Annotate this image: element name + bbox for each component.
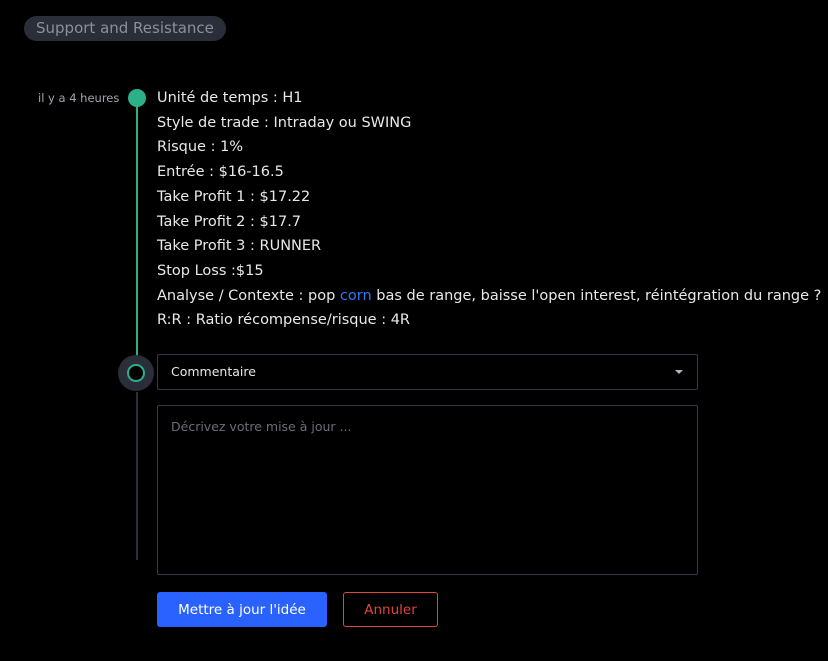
timeline-line-pending: [136, 392, 138, 560]
risk-line: Risque : 1%: [157, 139, 244, 156]
timeline-dot-hollow-icon: [118, 355, 154, 391]
idea-update-page: Support and Resistance il y a 4 heures U…: [0, 0, 828, 661]
analysis-line: Analyse / Contexte : pop corn bas de ran…: [157, 284, 821, 309]
stop-loss-line: Stop Loss :$15: [157, 262, 264, 279]
symbol-tag[interactable]: Support and Resistance: [24, 16, 226, 41]
cancel-button[interactable]: Annuler: [343, 592, 438, 627]
tp3-line: Take Profit 3 : RUNNER: [157, 238, 322, 255]
timeline-line: [136, 104, 138, 362]
update-idea-button[interactable]: Mettre à jour l'idée: [157, 592, 327, 627]
update-type-value: Commentaire: [171, 364, 256, 379]
tp2-line: Take Profit 2 : $17.7: [157, 213, 302, 230]
style-line: Style de trade : Intraday ou SWING: [157, 114, 412, 131]
corn-link[interactable]: corn: [340, 288, 372, 304]
analysis-prefix: Analyse / Contexte : pop: [157, 287, 340, 304]
update-type-select[interactable]: Commentaire: [157, 354, 698, 390]
timeframe-line: Unité de temps : H1: [157, 90, 303, 106]
timeline-dot-filled-icon: [128, 89, 146, 107]
analysis-suffix: bas de range, baisse l'open interest, ré…: [371, 287, 822, 304]
update-description-input[interactable]: [157, 405, 698, 575]
tp1-line: Take Profit 1 : $17.22: [157, 188, 311, 205]
rr-line: R:R : Ratio récompense/risque : 4R: [157, 312, 410, 329]
caret-down-icon: [675, 370, 683, 374]
timeline-dot-ring: [127, 364, 145, 382]
update-content: Unité de temps : H1 Style de trade : Int…: [157, 86, 821, 333]
update-timestamp: il y a 4 heures: [38, 91, 120, 105]
entry-line: Entrée : $16-16.5: [157, 164, 284, 181]
